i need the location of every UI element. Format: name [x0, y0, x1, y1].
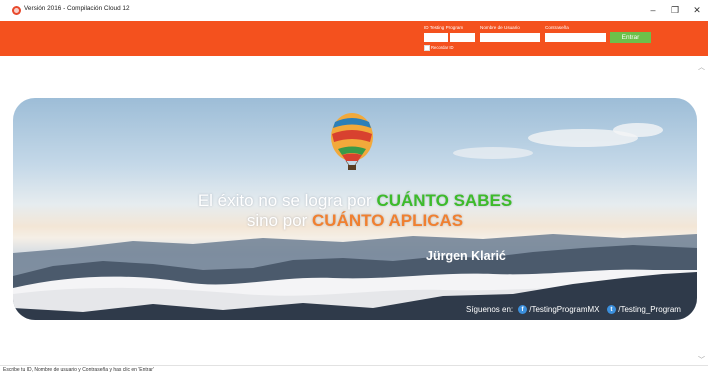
enter-button[interactable]: Entrar: [610, 32, 651, 43]
status-bar: Escribe tu ID, Nombre de usuario y Contr…: [0, 365, 708, 376]
status-text: Escribe tu ID, Nombre de usuario y Contr…: [3, 367, 154, 373]
password-input[interactable]: [545, 33, 606, 42]
password-label: Contraseña: [545, 25, 569, 30]
window-title: Versión 2016 - Compilación Cloud 12: [24, 5, 130, 12]
id-label: ID Testing Program: [424, 25, 464, 30]
scroll-down-arrow-icon[interactable]: ﹀: [698, 355, 705, 365]
login-header: ID Testing Program Nombre de Usuario Con…: [0, 21, 708, 56]
follow-label: Síguenos en:: [466, 305, 514, 314]
app-logo-icon: [12, 6, 21, 15]
facebook-icon: f: [518, 305, 527, 315]
quote-line-2-prefix: sino por: [246, 211, 313, 230]
facebook-handle: /TestingProgramMX: [529, 305, 600, 314]
id-input-part1[interactable]: [424, 33, 448, 42]
quote-line-1: El éxito no se logra por CUÁNTO SABES: [13, 191, 697, 211]
maximize-button[interactable]: ❐: [667, 3, 683, 17]
scroll-up-arrow-icon[interactable]: ︿: [698, 62, 705, 72]
remember-id-label: Recordar ID: [431, 45, 454, 50]
quote-line-2-highlight: CUÁNTO APLICAS: [312, 211, 464, 230]
motivational-banner: El éxito no se logra por CUÁNTO SABES si…: [13, 98, 697, 320]
minimize-button[interactable]: –: [645, 3, 661, 17]
hot-air-balloon-icon: [331, 113, 373, 170]
quote-line-1-prefix: El éxito no se logra por: [197, 191, 377, 210]
quote-line-2: sino por CUÁNTO APLICAS: [13, 211, 697, 231]
facebook-link[interactable]: f /TestingProgramMX: [518, 305, 600, 315]
twitter-handle: /Testing_Program: [618, 305, 681, 314]
close-button[interactable]: ✕: [689, 3, 705, 17]
id-input-part2[interactable]: [450, 33, 475, 42]
title-bar: Versión 2016 - Compilación Cloud 12 – ❐ …: [0, 0, 708, 21]
remember-id-checkbox[interactable]: [424, 45, 430, 51]
quote-line-1-highlight: CUÁNTO SABES: [376, 191, 513, 210]
username-label: Nombre de Usuario: [480, 25, 520, 30]
twitter-icon: t: [607, 305, 616, 315]
username-input[interactable]: [480, 33, 540, 42]
quote-author: Jürgen Klarić: [426, 249, 506, 263]
twitter-link[interactable]: t /Testing_Program: [607, 305, 681, 315]
